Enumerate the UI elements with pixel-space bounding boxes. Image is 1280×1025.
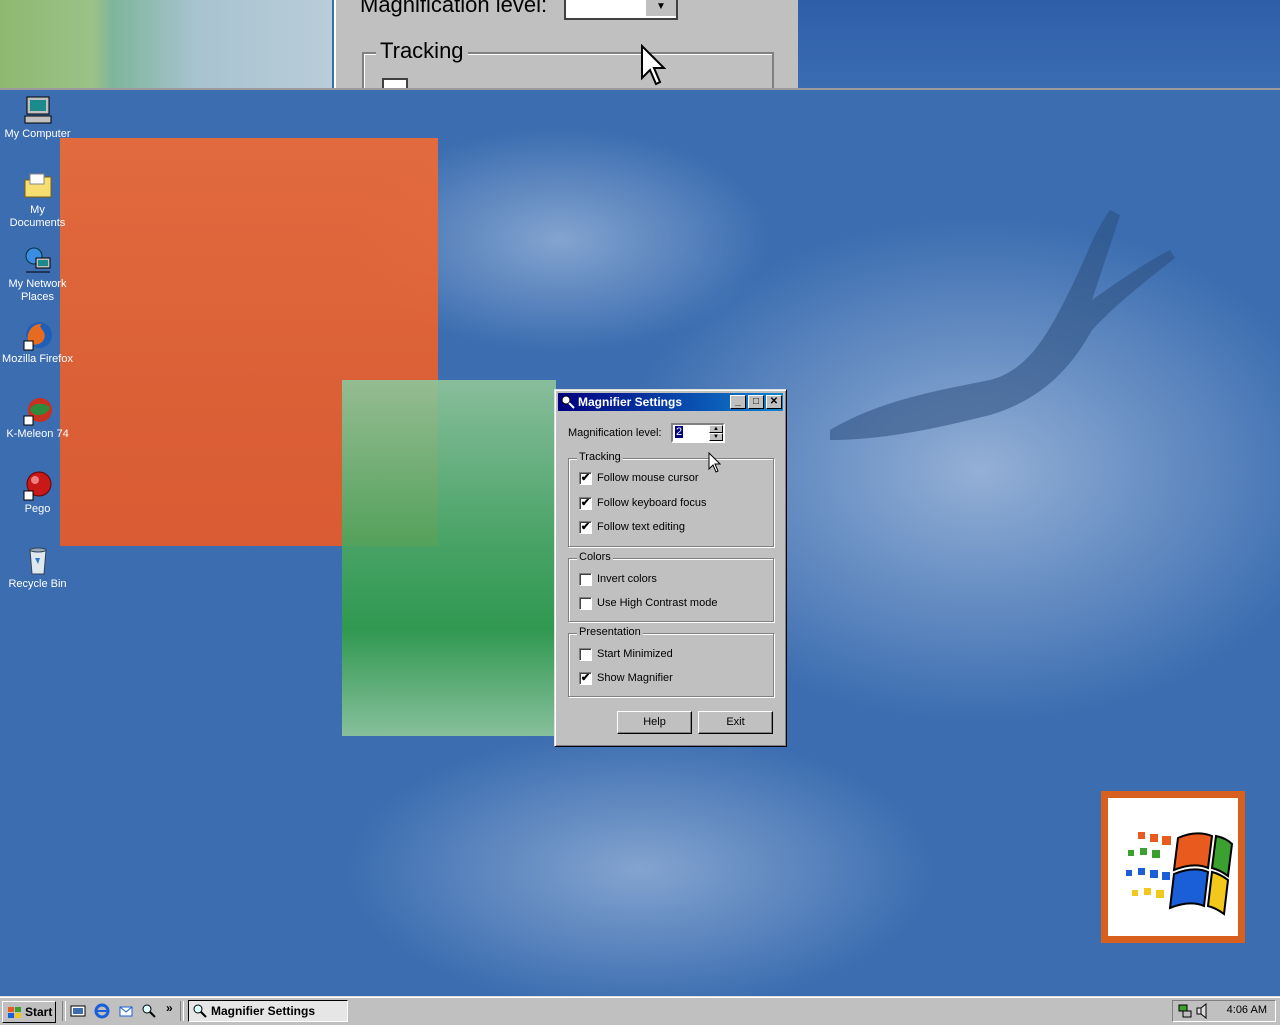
start-label: Start [25,1005,53,1019]
start-button[interactable]: Start [2,1001,56,1023]
kmeleon-icon [22,394,54,426]
taskbar: Start » Magnifier Settings 4:06 AM [0,996,1280,1025]
follow-mouse-cursor-checkbox[interactable]: ✔ [579,472,592,485]
pego-icon [22,469,54,501]
minimize-button[interactable]: _ [730,395,746,409]
taskbar-item-magnifier-settings[interactable]: Magnifier Settings [188,1000,348,1022]
invert-colors-label[interactable]: Invert colors [597,573,657,585]
magnification-level-spinner[interactable]: 2 ▲ ▼ [671,423,725,443]
desktop-icon-pego[interactable]: Pego [0,469,75,516]
computer-icon [22,94,54,126]
magnifier-icon [193,1004,207,1018]
spin-up-button[interactable]: ▲ [709,425,723,433]
follow-keyboard-focus-label[interactable]: Follow keyboard focus [597,497,706,509]
desktop-icon-my-network-places[interactable]: My Network Places [0,244,75,304]
close-button[interactable]: ✕ [766,395,782,409]
internet-explorer-icon[interactable] [94,1003,110,1019]
checkmark-icon: ✔ [580,472,591,484]
magnifier-quicklaunch-icon[interactable] [141,1003,157,1019]
high-contrast-label[interactable]: Use High Contrast mode [597,597,717,609]
follow-text-editing-label[interactable]: Follow text editing [597,521,685,533]
system-tray: 4:06 AM [1172,1000,1276,1022]
network-tray-icon[interactable] [1177,1003,1193,1019]
magnifier-sky-area [798,0,1280,88]
magnified-spin-box: ▼ [564,0,678,20]
start-minimized-label[interactable]: Start Minimized [597,648,673,660]
checkmark-icon: ✔ [580,521,591,533]
magnified-magnification-label: Magnification level: [360,0,548,17]
firefox-icon [22,319,54,351]
taskbar-item-label: Magnifier Settings [211,1004,316,1018]
colors-group-label: Colors [577,551,613,563]
show-desktop-icon[interactable] [70,1003,86,1019]
colors-group: Colors Invert colors Use High Contrast m… [568,551,774,622]
dialog-title-bar[interactable]: Magnifier Settings _ □ ✕ [558,393,783,411]
windows-logo-icon [1101,791,1245,943]
close-icon: ✕ [769,396,779,407]
dialog-title: Magnifier Settings [578,395,683,409]
desktop-icon-my-documents[interactable]: My Documents [0,170,75,230]
magnifier-desktop-area [0,0,332,88]
maximize-button[interactable]: □ [748,395,764,409]
wallpaper-swimmer-silhouette [830,210,1175,440]
invert-colors-checkbox[interactable] [579,573,592,586]
follow-text-editing-checkbox[interactable]: ✔ [579,521,592,534]
recycle-bin-icon [22,544,54,576]
maximize-icon: □ [752,396,760,407]
start-minimized-checkbox[interactable] [579,648,592,661]
magnified-spin-button: ▼ [644,0,676,16]
tracking-group: Tracking ✔ Follow mouse cursor ✔ Follow … [568,451,774,547]
follow-mouse-cursor-label[interactable]: Follow mouse cursor [597,472,698,484]
quicklaunch-chevron[interactable]: » [166,1001,173,1015]
magnified-checkbox [382,78,408,88]
taskbar-separator [180,1001,184,1021]
wallpaper-green-panel [342,380,556,736]
magnification-level-value[interactable]: 2 [675,426,684,438]
desktop-icon-recycle-bin[interactable]: Recycle Bin [0,544,75,591]
desktop-icon-my-computer[interactable]: My Computer [0,94,75,141]
presentation-group-label: Presentation [577,626,643,638]
spin-down-button[interactable]: ▼ [709,433,723,441]
minimize-icon: _ [735,396,741,407]
outlook-express-icon[interactable] [118,1003,134,1019]
magnifier-dialog-area: Magnification level: ▼ Tracking [334,0,800,88]
magnified-cursor-icon [641,44,666,86]
tracking-group-label: Tracking [577,451,623,463]
exit-button[interactable]: Exit [698,711,773,734]
magnification-level-label: Magnification level: [568,427,662,439]
follow-keyboard-focus-checkbox[interactable]: ✔ [579,497,592,510]
windows-flag-icon [8,1007,21,1018]
checkmark-icon: ✔ [580,497,591,509]
desktop-icon-k-meleon[interactable]: K-Meleon 74 [0,394,75,441]
magnifier-icon [561,395,575,409]
desktop-icon-mozilla-firefox[interactable]: Mozilla Firefox [0,319,75,366]
help-button[interactable]: Help [617,711,692,734]
high-contrast-checkbox[interactable] [579,597,592,610]
show-magnifier-label[interactable]: Show Magnifier [597,672,673,684]
presentation-group: Presentation Start Minimized ✔ Show Magn… [568,626,774,697]
network-icon [22,244,54,276]
volume-tray-icon[interactable] [1195,1003,1209,1019]
arrow-up-icon: ▲ [713,426,719,432]
taskbar-separator [62,1001,66,1021]
mouse-cursor-icon [708,452,721,473]
show-magnifier-checkbox[interactable]: ✔ [579,672,592,685]
checkmark-icon: ✔ [580,672,591,684]
arrow-down-icon: ▼ [713,434,719,440]
magnifier-settings-dialog[interactable]: Magnifier Settings _ □ ✕ Magnification l… [554,389,787,747]
folder-icon [22,170,54,202]
magnified-tracking-label: Tracking [376,38,468,64]
clock[interactable]: 4:06 AM [1227,1004,1267,1016]
magnifier-view: Magnification level: ▼ Tracking [0,0,1280,90]
